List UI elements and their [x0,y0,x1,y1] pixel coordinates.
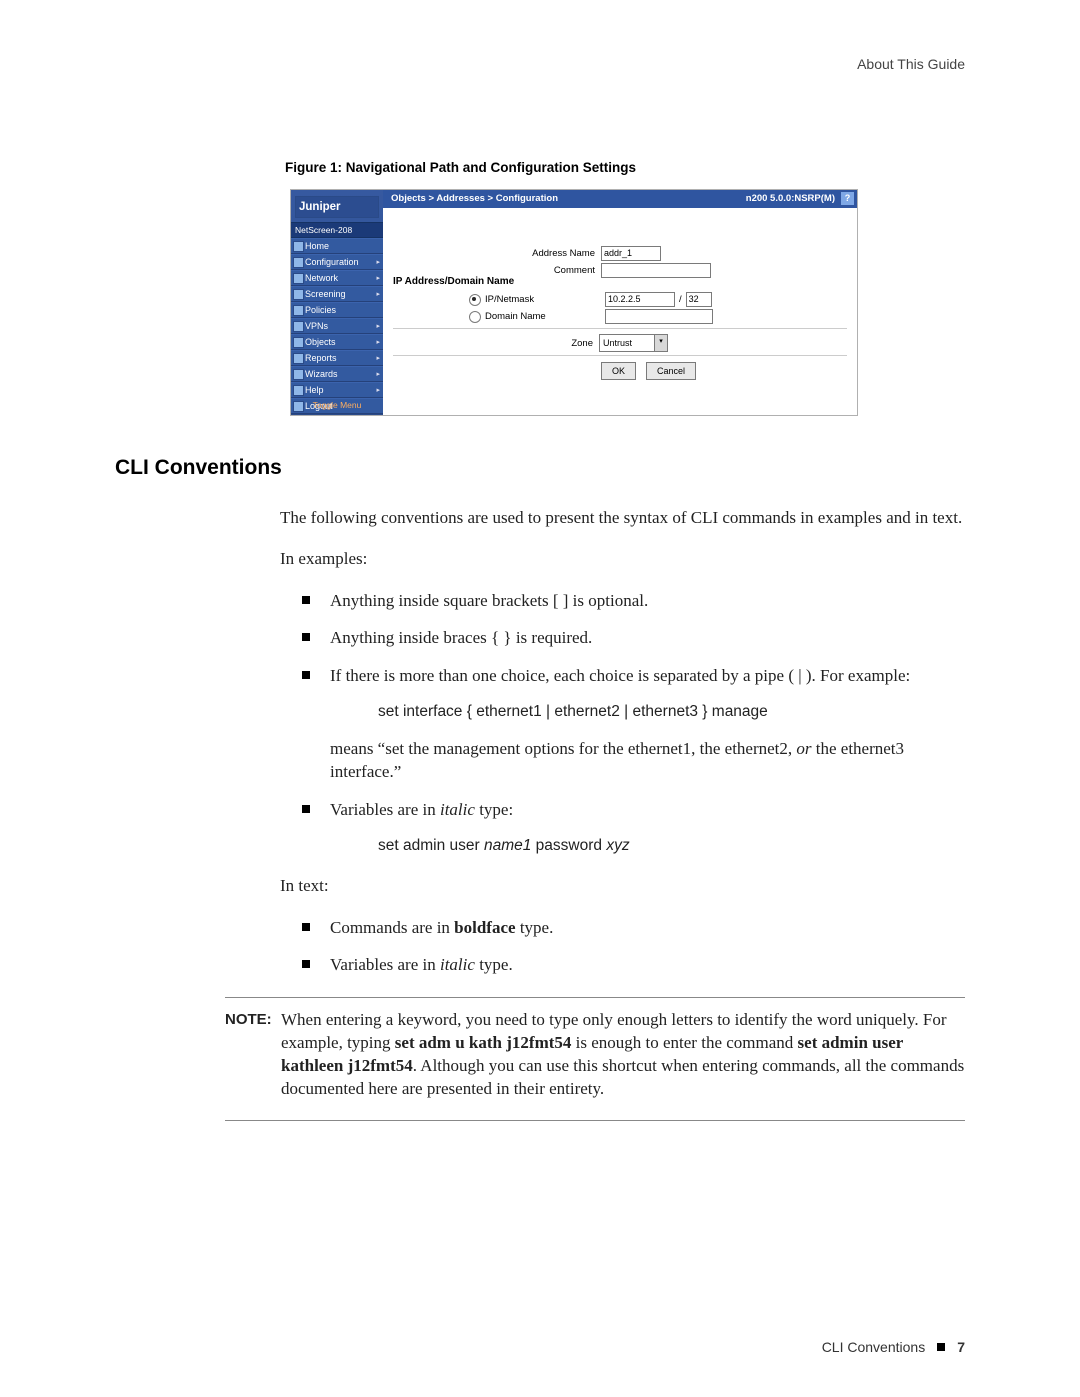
list-item: Anything inside braces { } is required. [302,626,965,649]
config-icon [293,257,304,268]
netmask-input[interactable]: 32 [686,292,712,307]
comment-label: Comment [383,265,601,276]
home-icon [293,241,304,252]
note-text: When entering a keyword, you need to typ… [281,1008,965,1100]
note-block: NOTE: When entering a keyword, you need … [225,1008,965,1100]
form-panel: Address Name addr_1 Comment IP Address/D… [383,208,857,415]
list-item: Variables are in italic type: set admin … [302,798,965,857]
webui-screenshot: Juniper NetScreen-208 Home Configuration… [290,189,858,416]
page-footer: CLI Conventions 7 [822,1339,965,1355]
page-number: 7 [957,1339,965,1355]
toggle-menu-link[interactable]: Toggle Menu [291,398,383,412]
note-label: NOTE: [225,1008,281,1100]
list-item: Anything inside square brackets [ ] is o… [302,589,965,612]
zone-select[interactable]: Untrust ▾ [599,334,668,352]
sidebar-item-home[interactable]: Home [291,238,383,254]
sidebar-item-objects[interactable]: Objects▸ [291,334,383,350]
chevron-right-icon: ▸ [376,354,380,362]
sidebar-item-policies[interactable]: Policies [291,302,383,318]
ok-button[interactable]: OK [601,362,636,380]
note-rule-top [225,997,965,998]
screening-icon [293,289,304,300]
version-label: n200 5.0.0:NSRP(M) [746,193,835,204]
note-rule-bottom [225,1120,965,1121]
breadcrumb: Objects > Addresses > Configuration [391,193,558,204]
page: About This Guide Figure 1: Navigational … [0,0,1080,1397]
chevron-right-icon: ▸ [376,274,380,282]
zone-label: Zone [383,338,599,349]
chevron-right-icon: ▸ [376,322,380,330]
in-examples-label: In examples: [280,547,965,570]
domain-name-radio-label: Domain Name [485,311,555,322]
sidebar-item-wizards[interactable]: Wizards▸ [291,366,383,382]
help-button[interactable]: ? [841,192,854,205]
cancel-button[interactable]: Cancel [646,362,696,380]
footer-section-label: CLI Conventions [822,1339,926,1355]
in-text-label: In text: [280,874,965,897]
sidebar-item-network[interactable]: Network▸ [291,270,383,286]
comment-input[interactable] [601,263,711,278]
vpn-icon [293,321,304,332]
examples-list: Anything inside square brackets [ ] is o… [302,589,965,856]
reports-icon [293,353,304,364]
sidebar-item-configuration[interactable]: Configuration▸ [291,254,383,270]
chevron-right-icon: ▸ [376,386,380,394]
sidebar-item-help[interactable]: Help▸ [291,382,383,398]
sidebar: Juniper NetScreen-208 Home Configuration… [291,190,383,415]
domain-name-radio[interactable] [469,311,481,323]
list-item: Variables are in italic type. [302,953,965,976]
chevron-down-icon: ▾ [654,335,667,351]
header-section-label: About This Guide [857,56,965,72]
ip-section-title: IP Address/Domain Name [393,276,514,287]
topbar: Objects > Addresses > Configuration n200… [383,190,857,208]
juniper-logo: Juniper [295,196,379,218]
wizards-icon [293,369,304,380]
code-example: set admin user name1 password xyz [378,835,965,856]
list-item: If there is more than one choice, each c… [302,664,965,784]
figure-caption: Figure 1: Navigational Path and Configur… [285,160,965,175]
domain-name-input[interactable] [605,309,713,324]
text-list: Commands are in boldface type. Variables… [302,916,965,977]
footer-square-icon [937,1343,945,1351]
sidebar-item-vpns[interactable]: VPNs▸ [291,318,383,334]
code-example: set interface { ethernet1 | ethernet2 | … [378,701,965,722]
ip-input[interactable]: 10.2.2.5 [605,292,675,307]
ip-netmask-radio-label: IP/Netmask [485,294,555,305]
chevron-right-icon: ▸ [376,290,380,298]
chevron-right-icon: ▸ [376,258,380,266]
objects-icon [293,337,304,348]
sidebar-nav: Home Configuration▸ Network▸ Screening▸ … [291,238,383,414]
ip-netmask-radio[interactable] [469,294,481,306]
body-content: The following conventions are used to pr… [280,506,965,977]
address-name-input[interactable]: addr_1 [601,246,661,261]
list-item: Commands are in boldface type. [302,916,965,939]
chevron-right-icon: ▸ [376,370,380,378]
intro-paragraph: The following conventions are used to pr… [280,506,965,529]
sidebar-item-screening[interactable]: Screening▸ [291,286,383,302]
help-icon [293,385,304,396]
network-icon [293,273,304,284]
mask-separator: / [675,294,686,305]
cli-conventions-heading: CLI Conventions [115,456,965,480]
chevron-right-icon: ▸ [376,338,380,346]
address-name-label: Address Name [383,248,601,259]
device-name: NetScreen-208 [291,222,383,238]
policies-icon [293,305,304,316]
sidebar-item-reports[interactable]: Reports▸ [291,350,383,366]
